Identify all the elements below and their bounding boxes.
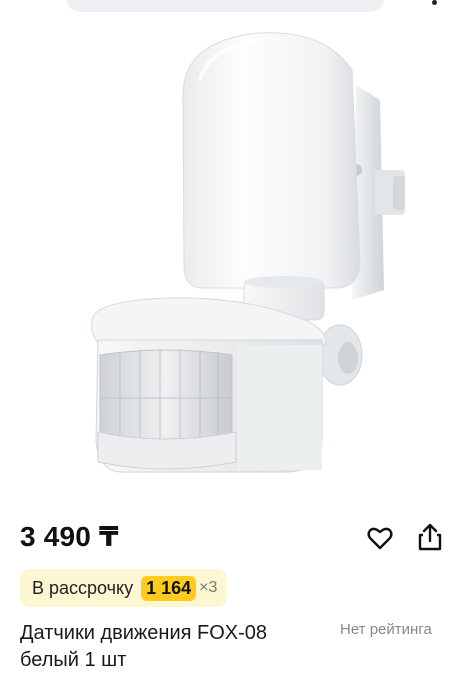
motion-sensor-image — [91, 32, 405, 473]
installment-amount: 1 164 — [141, 575, 197, 601]
installment-times: ×3 — [199, 579, 218, 596]
product-page: 3 490 ₸ В рассрочку 1 164 ×3 Датчики дви… — [0, 0, 465, 700]
product-image[interactable] — [0, 14, 465, 504]
installment-label: В рассрочку — [32, 577, 134, 598]
product-title: Датчики движения FOX-08 белый 1 шт — [20, 622, 268, 671]
installment-badge[interactable]: В рассрочку 1 164 ×3 — [20, 569, 228, 607]
product-price: 3 490 ₸ — [20, 521, 119, 552]
search-bar[interactable] — [66, 0, 384, 12]
top-bar — [0, 0, 465, 14]
heart-icon[interactable] — [366, 524, 394, 552]
more-vertical-icon[interactable] — [432, 0, 438, 12]
chevron-left-icon[interactable] — [28, 0, 42, 10]
share-icon[interactable] — [416, 522, 444, 552]
rating-text[interactable]: Нет рейтинга — [340, 621, 432, 638]
